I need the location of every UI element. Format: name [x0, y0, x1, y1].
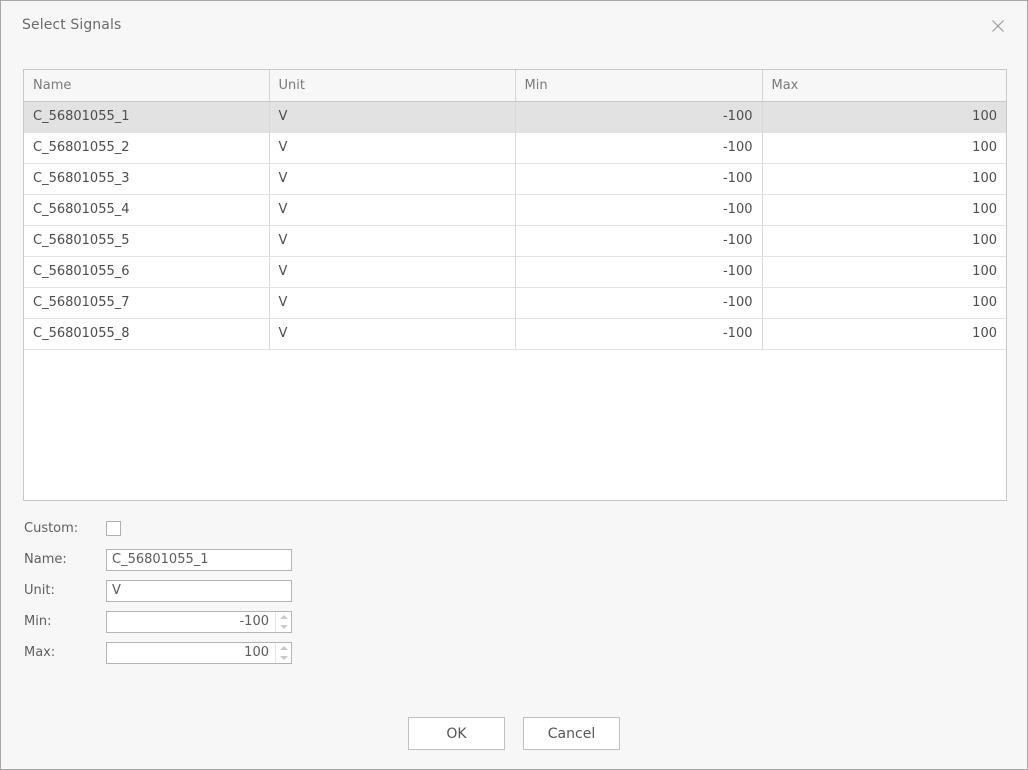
- cell-max: 100: [762, 287, 1006, 319]
- max-spinner[interactable]: 100: [106, 641, 292, 664]
- table-header-row: Name Unit Min Max: [24, 70, 1006, 102]
- table-row[interactable]: C_56801055_7 V -100 100: [24, 287, 1006, 319]
- chevron-up-icon: [279, 645, 288, 650]
- unit-input[interactable]: [106, 579, 292, 602]
- unit-label: Unit:: [24, 583, 55, 598]
- cell-min: -100: [515, 101, 763, 133]
- min-spinner-buttons: [275, 611, 291, 632]
- cell-max: 100: [762, 163, 1006, 195]
- min-increment-button[interactable]: [276, 612, 291, 622]
- cell-max: 100: [762, 225, 1006, 257]
- form-row-max: Max: 100: [24, 637, 292, 668]
- table-row[interactable]: C_56801055_3 V -100 100: [24, 163, 1006, 195]
- select-signals-dialog: Select Signals Name Unit Min Max C_56801…: [0, 0, 1028, 770]
- min-value[interactable]: -100: [107, 614, 275, 629]
- cell-max: 100: [762, 318, 1006, 350]
- min-label: Min:: [24, 614, 52, 629]
- cell-max: 100: [762, 101, 1006, 133]
- table-row[interactable]: C_56801055_1 V -100 100: [24, 101, 1006, 133]
- cell-unit: V: [269, 101, 516, 133]
- column-header-unit[interactable]: Unit: [269, 70, 516, 102]
- dialog-titlebar: Select Signals: [1, 1, 1027, 51]
- cell-min: -100: [515, 163, 763, 195]
- signal-grid: Name Unit Min Max C_56801055_1 V -100 100 C_…: [24, 70, 1006, 350]
- max-decrement-button[interactable]: [276, 653, 291, 663]
- max-label: Max:: [24, 645, 56, 660]
- cell-name: C_56801055_1: [24, 101, 270, 133]
- column-header-min[interactable]: Min: [515, 70, 763, 102]
- cell-name: C_56801055_8: [24, 318, 270, 350]
- cell-name: C_56801055_2: [24, 132, 270, 164]
- column-header-name[interactable]: Name: [24, 70, 270, 102]
- chevron-down-icon: [279, 624, 288, 629]
- column-header-max[interactable]: Max: [762, 70, 1006, 102]
- cell-min: -100: [515, 225, 763, 257]
- form-row-min: Min: -100: [24, 606, 292, 637]
- cell-max: 100: [762, 132, 1006, 164]
- cell-name: C_56801055_7: [24, 287, 270, 319]
- table-body: C_56801055_1 V -100 100 C_56801055_2 V -100 100…: [24, 101, 1006, 350]
- cell-unit: V: [269, 318, 516, 350]
- chevron-up-icon: [279, 614, 288, 619]
- cancel-button[interactable]: Cancel: [523, 717, 620, 750]
- name-label: Name:: [24, 552, 67, 567]
- form-row-custom: Custom:: [24, 513, 292, 544]
- cell-min: -100: [515, 318, 763, 350]
- name-input[interactable]: [106, 548, 292, 571]
- table-row[interactable]: C_56801055_2 V -100 100: [24, 132, 1006, 164]
- max-spinner-buttons: [275, 642, 291, 663]
- table-row[interactable]: C_56801055_5 V -100 100: [24, 225, 1006, 257]
- cell-min: -100: [515, 287, 763, 319]
- signal-table[interactable]: Name Unit Min Max C_56801055_1 V -100 100 C_…: [23, 69, 1007, 501]
- table-row[interactable]: C_56801055_6 V -100 100: [24, 256, 1006, 288]
- table-row[interactable]: C_56801055_4 V -100 100: [24, 194, 1006, 226]
- table-row[interactable]: C_56801055_8 V -100 100: [24, 318, 1006, 350]
- cell-max: 100: [762, 194, 1006, 226]
- min-decrement-button[interactable]: [276, 622, 291, 632]
- ok-button[interactable]: OK: [408, 717, 505, 750]
- cell-unit: V: [269, 225, 516, 257]
- page-title: Select Signals: [22, 17, 122, 33]
- cell-name: C_56801055_5: [24, 225, 270, 257]
- cell-unit: V: [269, 256, 516, 288]
- cell-min: -100: [515, 194, 763, 226]
- custom-checkbox[interactable]: [106, 521, 121, 536]
- max-increment-button[interactable]: [276, 643, 291, 653]
- cell-unit: V: [269, 287, 516, 319]
- chevron-down-icon: [279, 655, 288, 660]
- cell-unit: V: [269, 163, 516, 195]
- cell-max: 100: [762, 256, 1006, 288]
- max-value[interactable]: 100: [107, 645, 275, 660]
- cell-name: C_56801055_3: [24, 163, 270, 195]
- close-icon[interactable]: [983, 11, 1013, 41]
- form-row-name: Name:: [24, 544, 292, 575]
- table-header: Name Unit Min Max: [24, 70, 1006, 102]
- signal-properties-form: Custom: Name: Unit: Min: -100 Max:: [24, 513, 292, 668]
- cell-min: -100: [515, 256, 763, 288]
- cell-name: C_56801055_6: [24, 256, 270, 288]
- min-spinner[interactable]: -100: [106, 610, 292, 633]
- form-row-unit: Unit:: [24, 575, 292, 606]
- cell-unit: V: [269, 194, 516, 226]
- cell-min: -100: [515, 132, 763, 164]
- cell-name: C_56801055_4: [24, 194, 270, 226]
- custom-label: Custom:: [24, 521, 79, 536]
- dialog-button-bar: OK Cancel: [1, 717, 1027, 750]
- cell-unit: V: [269, 132, 516, 164]
